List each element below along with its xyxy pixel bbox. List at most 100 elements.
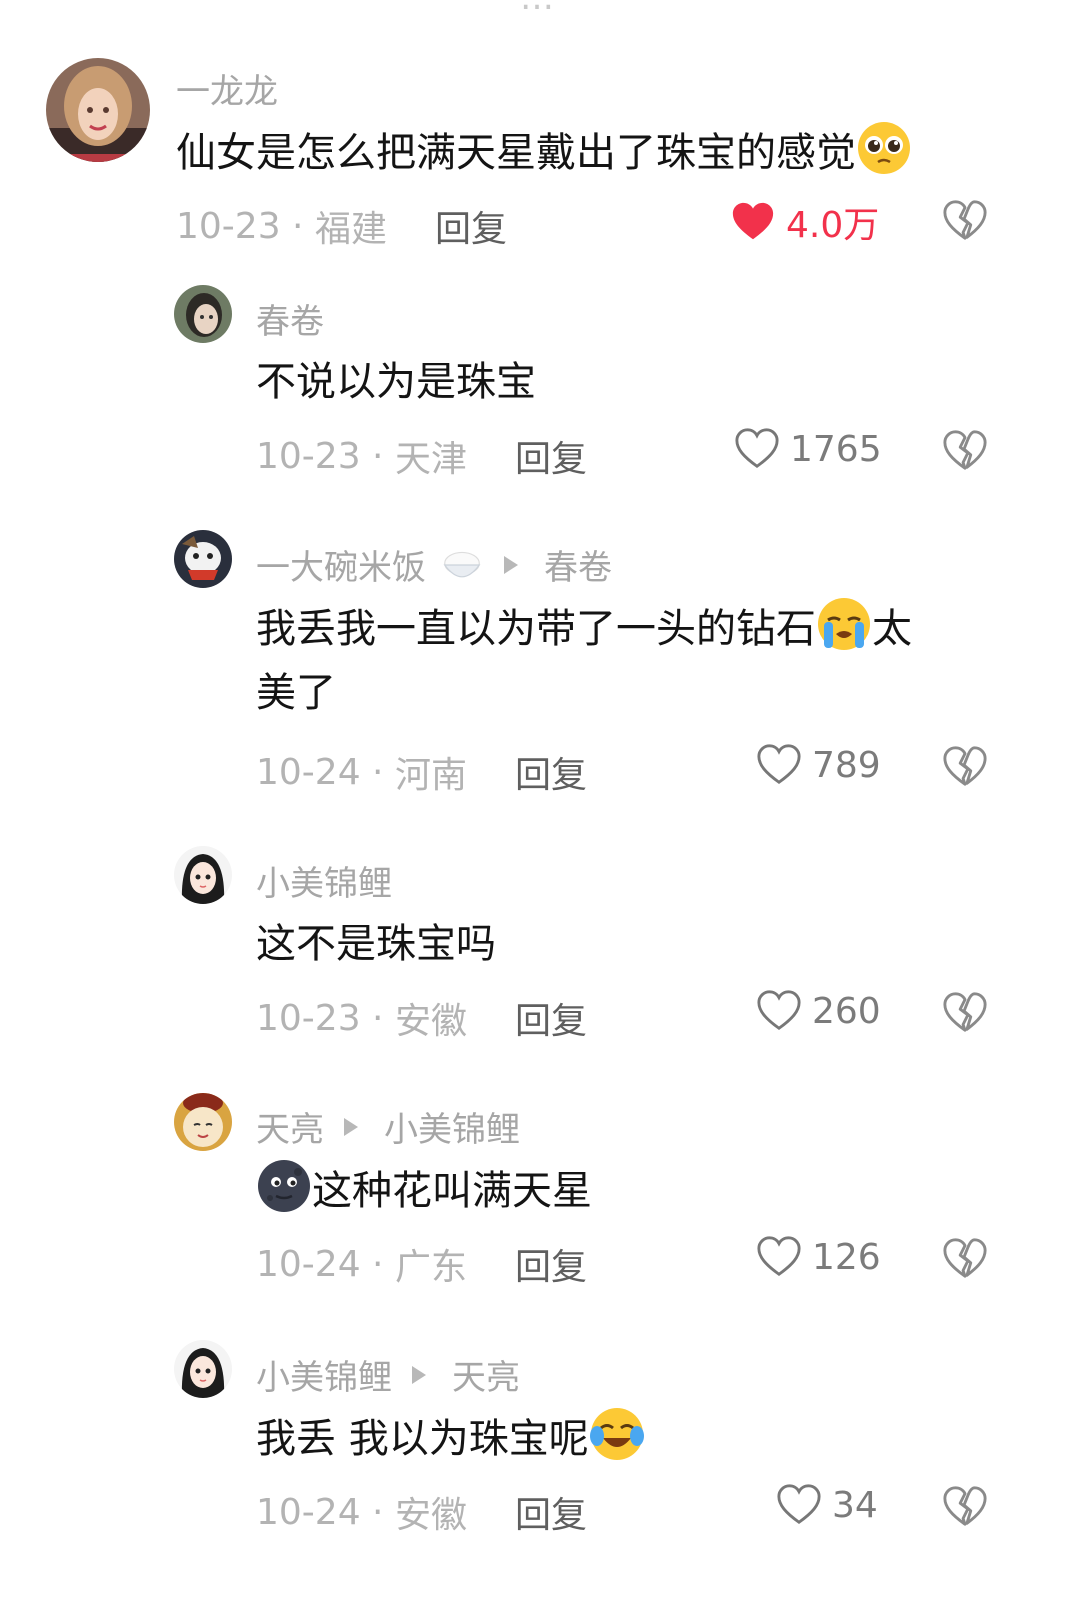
- author-name[interactable]: 一龙龙: [176, 64, 278, 113]
- like-button[interactable]: 34: [776, 1482, 878, 1528]
- heart-filled-icon: [730, 199, 776, 245]
- avatar[interactable]: [174, 285, 232, 343]
- broken-heart-icon: [942, 428, 988, 474]
- reply-to-name[interactable]: 天亮: [452, 1350, 520, 1399]
- meta-separator: ·: [360, 997, 395, 1039]
- comment-date: 10-23: [256, 997, 361, 1039]
- avatar[interactable]: [174, 1340, 232, 1398]
- broken-heart-icon: [942, 990, 988, 1036]
- author-name[interactable]: 一大碗米饭: [256, 540, 426, 589]
- reply-arrow-icon: [412, 1365, 426, 1384]
- meta-separator: ·: [280, 205, 315, 247]
- avatar[interactable]: [174, 530, 232, 588]
- dislike-button[interactable]: [942, 744, 988, 790]
- dislike-button[interactable]: [942, 990, 988, 1036]
- comment-location: 广东: [394, 1247, 467, 1288]
- like-count: 789: [812, 744, 881, 786]
- loudly-crying-face-icon: [816, 596, 872, 652]
- broken-heart-icon: [942, 1236, 988, 1282]
- like-count: 34: [832, 1484, 878, 1526]
- dislike-button[interactable]: [942, 198, 988, 244]
- like-count: 260: [812, 990, 881, 1032]
- meta-separator: ·: [360, 751, 395, 793]
- like-count: 4.0万: [786, 205, 880, 246]
- comment-date: 10-23: [176, 205, 281, 247]
- author-row: 小美锦鲤 天亮: [256, 1350, 520, 1399]
- comment-text: 不说以为是珠宝: [256, 350, 536, 414]
- like-count: 126: [812, 1236, 881, 1278]
- comment-date: 10-23: [256, 435, 361, 477]
- heart-outline-icon: [756, 988, 802, 1034]
- avatar[interactable]: [46, 58, 150, 162]
- author-name[interactable]: 天亮: [256, 1102, 324, 1151]
- author-name[interactable]: 小美锦鲤: [256, 856, 392, 905]
- like-button[interactable]: 260: [756, 988, 881, 1034]
- reply-to-name[interactable]: 小美锦鲤: [384, 1102, 520, 1151]
- avatar[interactable]: [174, 846, 232, 904]
- comment-meta: 10-23 · 安徽 回复: [256, 992, 587, 1044]
- comment-text-body: 不说以为是珠宝: [256, 359, 536, 405]
- comment-text-body: 我丢我一直以为带了一头的钻石: [256, 606, 816, 652]
- tears-of-joy-face-icon: [589, 1406, 645, 1462]
- author-row: 天亮 小美锦鲤: [256, 1102, 520, 1151]
- comment-location: 天津: [394, 439, 467, 480]
- reply-button[interactable]: 回复: [435, 200, 507, 252]
- comment-text-line2: 美了: [256, 670, 336, 716]
- like-button[interactable]: 126: [756, 1234, 881, 1280]
- comment-meta: 10-24 · 河南 回复: [256, 746, 587, 798]
- comment-location: 河南: [394, 755, 467, 796]
- reply-button[interactable]: 回复: [515, 992, 587, 1044]
- comment-list: … 一龙龙 仙女是怎么把满天星戴出了珠宝的感觉 10-23 · 福建: [0, 0, 1080, 1624]
- heart-outline-icon: [776, 1482, 822, 1528]
- comment-location: 安徽: [394, 1495, 467, 1536]
- comment-meta: 10-24 · 广东 回复: [256, 1238, 587, 1290]
- comment-date: 10-24: [256, 751, 361, 793]
- rice-bowl-icon: [440, 543, 484, 587]
- dislike-button[interactable]: [942, 1484, 988, 1530]
- heart-outline-icon: [756, 742, 802, 788]
- comment-text-body: 这种花叫满天星: [312, 1168, 592, 1214]
- like-count: 1765: [790, 428, 882, 470]
- reply-arrow-icon: [504, 555, 518, 574]
- author-name[interactable]: 春卷: [256, 294, 324, 343]
- reply-button[interactable]: 回复: [515, 430, 587, 482]
- comment-text: 这种花叫满天星: [256, 1158, 592, 1223]
- author-row: 一大碗米饭 春卷: [256, 540, 612, 589]
- reply-button[interactable]: 回复: [515, 746, 587, 798]
- like-button[interactable]: 789: [756, 742, 881, 788]
- broken-heart-icon: [942, 1484, 988, 1530]
- comment-meta: 10-24 · 安徽 回复: [256, 1486, 587, 1538]
- reply-to-name[interactable]: 春卷: [544, 540, 612, 589]
- meta-separator: ·: [360, 435, 395, 477]
- meta-separator: ·: [360, 1243, 395, 1285]
- avatar[interactable]: [174, 1093, 232, 1151]
- comment-text-body: 这不是珠宝吗: [256, 921, 496, 967]
- like-button[interactable]: 1765: [734, 426, 882, 472]
- meta-separator: ·: [360, 1491, 395, 1533]
- dislike-button[interactable]: [942, 1236, 988, 1282]
- comment-text: 我丢 我以为珠宝呢: [256, 1406, 645, 1471]
- comment-date: 10-24: [256, 1243, 361, 1285]
- reply-button[interactable]: 回复: [515, 1238, 587, 1290]
- reply-button[interactable]: 回复: [515, 1486, 587, 1538]
- comment-date: 10-24: [256, 1491, 361, 1533]
- author-row: 一龙龙: [176, 64, 278, 113]
- author-row: 小美锦鲤: [256, 856, 392, 905]
- like-button[interactable]: 4.0万: [730, 196, 879, 248]
- comment-text-tail: 太: [872, 606, 912, 652]
- author-row: 春卷: [256, 294, 324, 343]
- comment-text: 这不是珠宝吗: [256, 912, 496, 976]
- dislike-button[interactable]: [942, 428, 988, 474]
- heart-outline-icon: [756, 1234, 802, 1280]
- comment-text: 仙女是怎么把满天星戴出了珠宝的感觉: [176, 120, 912, 185]
- broken-heart-icon: [942, 198, 988, 244]
- comment-location: 安徽: [394, 1001, 467, 1042]
- comment-meta: 10-23 · 天津 回复: [256, 430, 587, 482]
- author-name[interactable]: 小美锦鲤: [256, 1350, 392, 1399]
- comment-text: 我丢我一直以为带了一头的钻石 太 美了: [256, 596, 976, 725]
- broken-heart-icon: [942, 744, 988, 790]
- cut-off-header-text: …: [520, 0, 554, 18]
- comment-location: 福建: [314, 209, 387, 250]
- reply-arrow-icon: [344, 1117, 358, 1136]
- comment-meta: 10-23 · 福建 回复: [176, 200, 507, 252]
